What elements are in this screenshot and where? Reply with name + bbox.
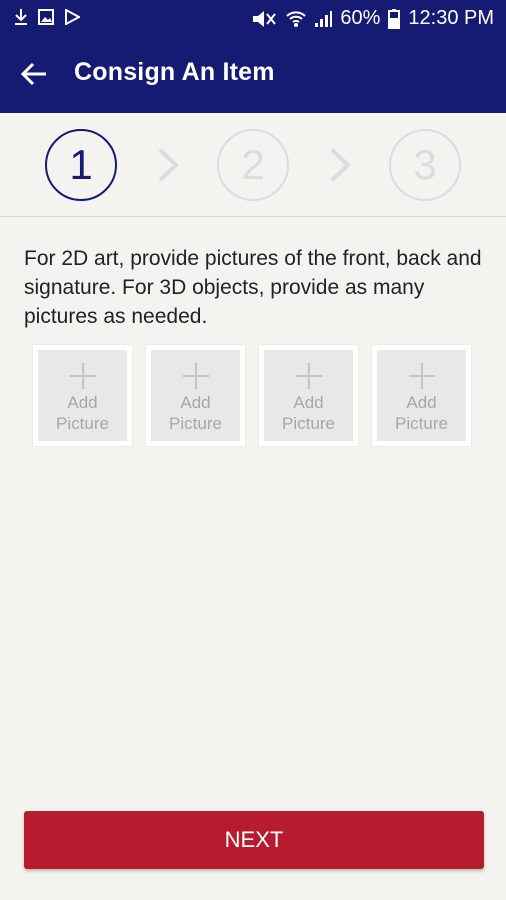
download-icon (14, 8, 28, 26)
add-picture-button[interactable]: Add Picture (371, 344, 472, 447)
add-picture-button[interactable]: Add Picture (145, 344, 246, 447)
add-picture-label: Add Picture (395, 393, 448, 433)
status-bar: 60% 12:30 PM (0, 0, 506, 36)
status-left-icons (14, 8, 80, 26)
mute-icon (252, 10, 278, 28)
add-picture-label: Add Picture (56, 393, 109, 433)
back-arrow-icon[interactable] (20, 60, 48, 88)
add-picture-button[interactable]: Add Picture (258, 344, 359, 447)
clock: 12:30 PM (408, 7, 494, 29)
page-title: Consign An Item (74, 58, 275, 86)
plus-icon (295, 362, 323, 390)
step-3: 3 (389, 129, 461, 201)
chevron-right-icon (154, 147, 182, 183)
plus-icon (182, 362, 210, 390)
app-bar: Consign An Item (0, 36, 506, 113)
chevron-right-icon (326, 147, 354, 183)
add-picture-label: Add Picture (169, 393, 222, 433)
instructions-text: For 2D art, provide pictures of the fron… (24, 247, 482, 328)
battery-text: 60% (340, 7, 381, 29)
divider (0, 216, 506, 217)
add-picture-button[interactable]: Add Picture (32, 344, 133, 447)
image-icon (38, 9, 54, 25)
plus-icon (408, 362, 436, 390)
status-right: 60% 12:30 PM (252, 7, 494, 30)
signal-icon (314, 10, 333, 28)
step-1: 1 (45, 129, 117, 201)
plus-icon (69, 362, 97, 390)
play-store-icon (64, 9, 80, 25)
step-indicator: 1 2 3 (0, 113, 506, 217)
add-picture-label: Add Picture (282, 393, 335, 433)
picture-slots: Add Picture Add Picture Add Picture Add … (32, 344, 472, 447)
next-button[interactable]: NEXT (24, 811, 484, 869)
step-2: 2 (217, 129, 289, 201)
battery-icon (388, 8, 401, 29)
wifi-icon (286, 10, 307, 28)
